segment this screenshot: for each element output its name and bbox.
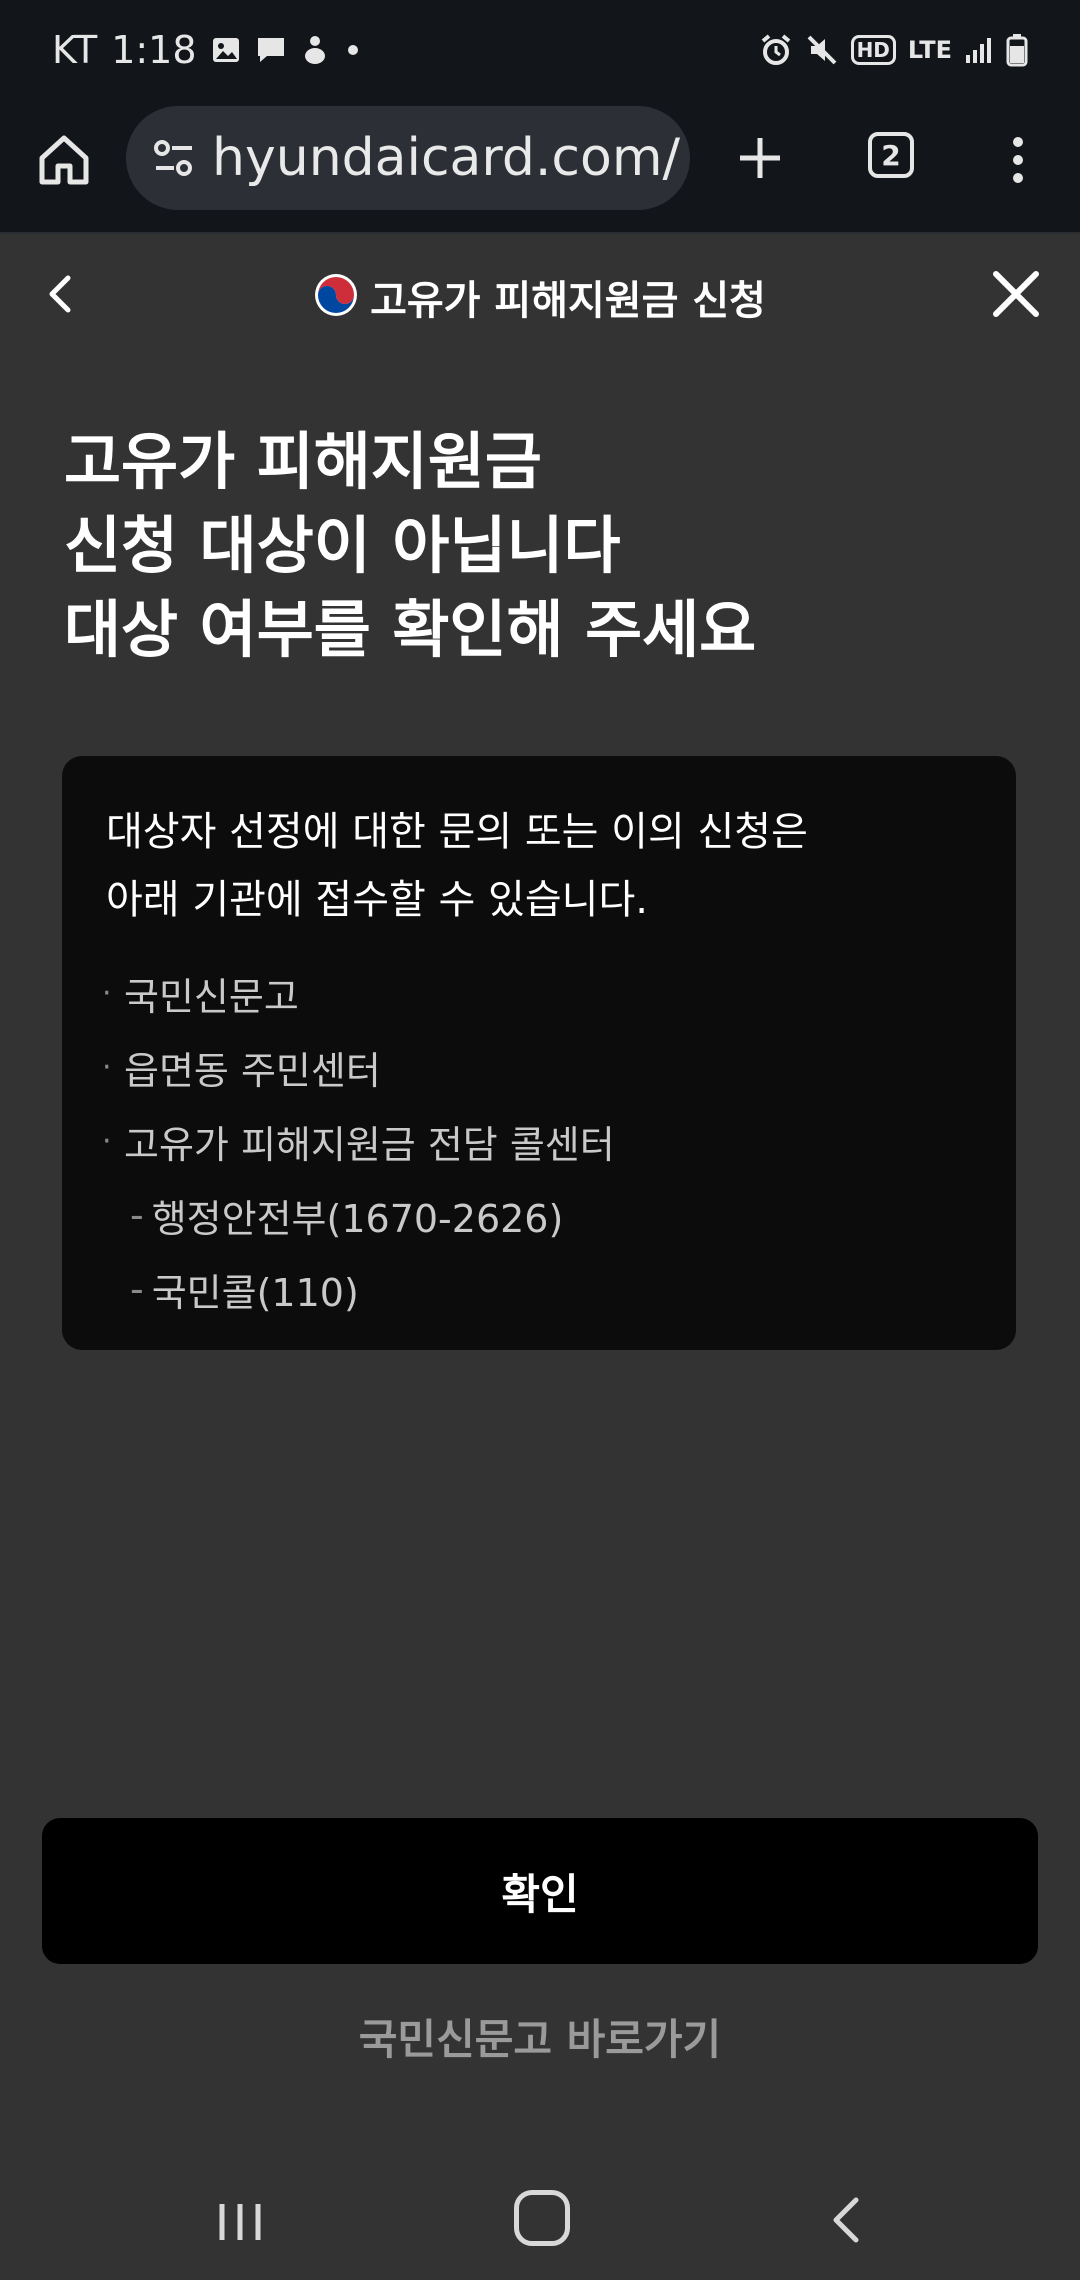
list-item-text: 행정안전부(1670-2626) xyxy=(151,1196,564,1241)
app-notification-icon xyxy=(301,34,329,66)
dot-icon xyxy=(343,40,363,60)
list-item: · 읍면동 주민센터 xyxy=(102,1030,982,1104)
bullet-icon: · xyxy=(102,1123,112,1159)
page-header: 고유가 피해지원금 신청 xyxy=(0,234,1080,354)
clock: 1:18 xyxy=(111,28,197,72)
list-item-text: 읍면동 주민센터 xyxy=(124,1048,381,1093)
headline-line: 신청 대상이 아닙니다 xyxy=(64,509,621,582)
list-subitem: - 국민콜(110) xyxy=(102,1252,982,1326)
headline-line: 고유가 피해지원금 xyxy=(64,425,542,498)
url-bar[interactable]: hyundaicard.com/c xyxy=(126,106,690,210)
nav-back-icon[interactable] xyxy=(826,2190,866,2250)
tab-switcher-button[interactable]: 2 xyxy=(868,132,914,178)
result-headline: 고유가 피해지원금 신청 대상이 아닙니다 대상 여부를 확인해 주세요 xyxy=(64,420,1024,672)
header-title-group: 고유가 피해지원금 신청 xyxy=(0,268,1080,326)
agency-list: · 국민신문고 · 읍면동 주민센터 · 고유가 피해지원금 전담 콜센터 - … xyxy=(102,956,982,1326)
home-button-icon[interactable] xyxy=(514,2190,570,2246)
status-bar-left: KT 1:18 xyxy=(52,24,363,76)
list-item-text: 고유가 피해지원금 전담 콜센터 xyxy=(124,1122,615,1167)
info-intro: 대상자 선정에 대한 문의 또는 이의 신청은 아래 기관에 접수할 수 있습니… xyxy=(106,798,986,934)
alarm-icon xyxy=(759,33,793,67)
inquiry-info-card: 대상자 선정에 대한 문의 또는 이의 신청은 아래 기관에 접수할 수 있습니… xyxy=(62,756,1016,1350)
info-intro-line: 대상자 선정에 대한 문의 또는 이의 신청은 xyxy=(106,809,808,855)
more-menu-icon[interactable] xyxy=(1000,130,1036,190)
recent-apps-icon[interactable] xyxy=(210,2192,270,2252)
carrier-label: KT xyxy=(52,28,98,72)
url-text[interactable]: hyundaicard.com/c xyxy=(212,106,682,210)
close-icon[interactable] xyxy=(990,268,1042,320)
headline-line: 대상 여부를 확인해 주세요 xyxy=(64,593,757,666)
site-settings-icon[interactable] xyxy=(150,134,198,182)
image-icon xyxy=(211,35,241,65)
new-tab-icon[interactable] xyxy=(730,128,790,188)
lte-icon: LTE xyxy=(907,36,952,64)
signal-icon xyxy=(964,35,994,65)
dash-icon: - xyxy=(130,1193,144,1237)
status-bar: KT 1:18 HD LTE xyxy=(0,0,1080,100)
chat-icon xyxy=(255,35,287,65)
battery-icon xyxy=(1006,33,1028,67)
confirm-button[interactable]: 확인 xyxy=(42,1818,1038,1964)
home-icon[interactable] xyxy=(34,130,94,190)
info-intro-line: 아래 기관에 접수할 수 있습니다. xyxy=(106,877,648,923)
system-nav-bar xyxy=(0,2170,1080,2280)
list-item: · 국민신문고 xyxy=(102,956,982,1030)
bullet-icon: · xyxy=(102,975,112,1011)
browser-toolbar: hyundaicard.com/c 2 xyxy=(0,100,1080,234)
government-emblem-icon xyxy=(314,273,358,321)
dash-icon: - xyxy=(130,1267,144,1311)
list-item-text: 국민콜(110) xyxy=(151,1270,359,1315)
list-item: · 고유가 피해지원금 전담 콜센터 xyxy=(102,1104,982,1178)
list-subitem: - 행정안전부(1670-2626) xyxy=(102,1178,982,1252)
epeople-shortcut-link[interactable]: 국민신문고 바로가기 xyxy=(0,2006,1080,2066)
status-bar-right: HD LTE xyxy=(759,24,1028,76)
bullet-icon: · xyxy=(102,1049,112,1085)
list-item-text: 국민신문고 xyxy=(124,974,299,1019)
hd-voice-icon: HD xyxy=(850,35,896,65)
mute-icon xyxy=(805,33,839,67)
page-title: 고유가 피해지원금 신청 xyxy=(370,278,766,324)
